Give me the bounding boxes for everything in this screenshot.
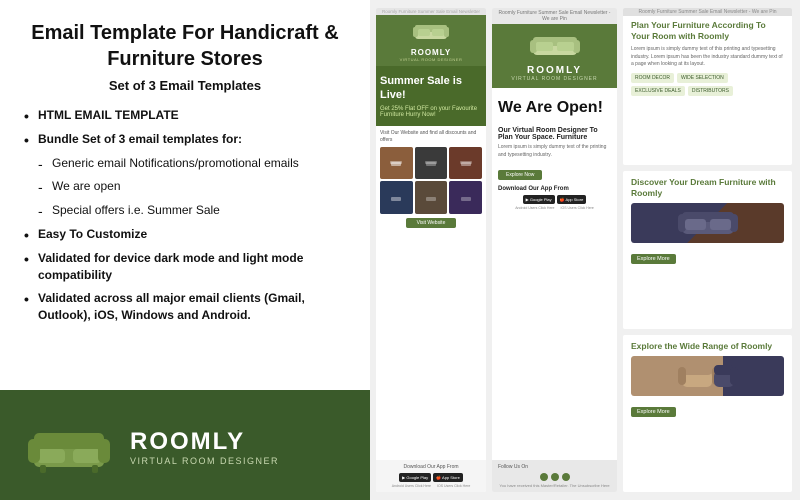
card3-explore-btn: Explore More xyxy=(631,407,676,417)
email-preview-2: Roomly Furniture Summer Sale Email Newsl… xyxy=(492,8,617,492)
card-1: Roomly Furniture Summer Sale Email Newsl… xyxy=(623,8,792,165)
social-icon-1 xyxy=(540,473,548,481)
app-store-row: ▶ Google Play 🍎 App Store xyxy=(380,473,482,482)
subtitle: Set of 3 Email Templates xyxy=(24,78,346,93)
brand-sofa-icon xyxy=(24,412,114,482)
social-icon-2 xyxy=(551,473,559,481)
email2-header: ROOMLY VIRTUAL ROOM DESIGNER xyxy=(492,24,617,88)
brand-name: ROOMLY xyxy=(130,428,279,456)
brand-text-block: ROOMLY VIRTUAL ROOM DESIGNER xyxy=(130,428,279,466)
tag-distributors: DISTRIBUTORS xyxy=(688,86,733,96)
product-grid xyxy=(380,147,482,214)
product-thumb-3 xyxy=(449,147,482,180)
email1-hero: Summer Sale is Live! Get 25% Flat OFF on… xyxy=(376,66,486,126)
card1-title: Plan Your Furniture According To Your Ro… xyxy=(631,20,784,42)
left-panel: Email Template For Handicraft & Furnitur… xyxy=(0,0,370,500)
card2-explore-btn: Explore More xyxy=(631,254,676,264)
feature-special: Special offers i.e. Summer Sale xyxy=(24,202,346,219)
email2-explore-btn: Explore Now xyxy=(498,170,542,180)
email2-body-title: Our Virtual Room Designer To Plan Your S… xyxy=(498,127,611,141)
email2-android-label: Android Users Click Here xyxy=(515,206,554,210)
feature-html: HTML EMAIL TEMPLATE xyxy=(24,107,346,124)
ios-label: IOS Users Click Here xyxy=(437,484,470,488)
email2-top-bar: Roomly Furniture Summer Sale Email Newsl… xyxy=(492,8,617,24)
feature-bundle: Bundle Set of 3 email templates for: xyxy=(24,131,346,148)
email1-logo-sub: VIRTUAL ROOM DESIGNER xyxy=(380,57,482,62)
email1-body-text: Visit Our Website and find all discounts… xyxy=(380,130,482,144)
email1-logo: ROOMLY xyxy=(380,48,482,57)
feature-darkmode: Validated for device dark mode and light… xyxy=(24,250,346,284)
card-2: Discover Your Dream Furniture with Rooml… xyxy=(623,171,792,328)
card1-top-bar: Roomly Furniture Summer Sale Email Newsl… xyxy=(623,8,792,16)
email2-app-badges: ▶ Google Play 🍎 App Store xyxy=(498,195,611,204)
card2-sofa-image xyxy=(631,203,784,243)
product-thumb-1 xyxy=(380,147,413,180)
product-thumb-2 xyxy=(415,147,448,180)
card1-accent: Roomly xyxy=(698,31,729,41)
email2-body: Our Virtual Room Designer To Plan Your S… xyxy=(492,123,617,460)
card2-accent: Roomly xyxy=(631,188,662,198)
email2-logo-sub: VIRTUAL ROOM DESIGNER xyxy=(496,76,613,82)
right-cards-column: Roomly Furniture Summer Sale Email Newsl… xyxy=(623,8,792,492)
feature-open: We are open xyxy=(24,178,346,195)
app-store-badge: 🍎 App Store xyxy=(433,473,463,482)
email1-header: ROOMLY VIRTUAL ROOM DESIGNER xyxy=(376,15,486,66)
email2-google-badge: ▶ Google Play xyxy=(523,195,555,204)
feature-clients: Validated across all major email clients… xyxy=(24,290,346,324)
feature-customize: Easy To Customize xyxy=(24,226,346,243)
email2-app-title: Download Our App From xyxy=(498,186,611,192)
tag-room-decor: ROOM DECOR xyxy=(631,73,674,83)
email1-sofa-icon xyxy=(413,21,449,43)
email1-hero-sub: Get 25% Flat OFF on your Favourite Furni… xyxy=(380,106,482,118)
features-list: HTML EMAIL TEMPLATE Bundle Set of 3 emai… xyxy=(24,107,346,390)
tag-wide-selection: WIDE SELECTION xyxy=(677,73,728,83)
card3-accent: Roomly xyxy=(741,341,772,351)
card1-tags: ROOM DECOR WIDE SELECTION EXCLUSIVE DEAL… xyxy=(631,73,784,96)
product-thumb-6 xyxy=(449,181,482,214)
card3-title: Explore the Wide Range of Roomly xyxy=(631,341,784,352)
card3-sofa-svg xyxy=(678,359,738,393)
page-title: Email Template For Handicraft & Furnitur… xyxy=(24,20,346,72)
email1-body: Visit Our Website and find all discounts… xyxy=(376,126,486,460)
product-thumb-5 xyxy=(415,181,448,214)
email2-follow-title: Follow Us On xyxy=(498,464,611,470)
email2-footer: Follow Us On You have received this Mast… xyxy=(492,460,617,492)
tag-exclusive-deals: EXCLUSIVE DEALS xyxy=(631,86,685,96)
android-label: Android Users Click Here xyxy=(392,484,431,488)
social-icons xyxy=(498,473,611,481)
email2-ios-label: IOS Users Click Here xyxy=(561,206,594,210)
feature-generic: Generic email Notifications/promotional … xyxy=(24,155,346,172)
email2-sofa-icon xyxy=(530,32,580,60)
email2-body-text: Lorem ipsum is simply dummy text of the … xyxy=(498,144,611,159)
email1-top-bar: Roomly Furniture Summer Sale Email Newsl… xyxy=(376,8,486,15)
email2-logo: ROOMLY xyxy=(496,65,613,76)
google-play-badge: ▶ Google Play xyxy=(399,473,431,482)
brand-bar: ROOMLY VIRTUAL ROOM DESIGNER xyxy=(0,390,370,500)
email1-footer: Download Our App From ▶ Google Play 🍎 Ap… xyxy=(376,460,486,492)
social-icon-3 xyxy=(562,473,570,481)
email1-hero-text: Summer Sale is Live! xyxy=(380,74,482,103)
right-panel: Roomly Furniture Summer Sale Email Newsl… xyxy=(370,0,800,500)
card2-title: Discover Your Dream Furniture with Rooml… xyxy=(631,177,784,199)
brand-tagline: VIRTUAL ROOM DESIGNER xyxy=(130,456,279,466)
card-3: Explore the Wide Range of Roomly Explore… xyxy=(623,335,792,492)
email2-hero-text: We Are Open! xyxy=(492,88,617,123)
product-thumb-4 xyxy=(380,181,413,214)
email2-apple-badge: 🍎 App Store xyxy=(557,195,587,204)
card2-sofa-svg xyxy=(678,206,738,240)
email-preview-1: Roomly Furniture Summer Sale Email Newsl… xyxy=(376,8,486,492)
email2-footer-link: You have received this Master/Retailer. … xyxy=(498,483,611,488)
email1-cta-btn: Visit Website xyxy=(406,218,456,228)
card1-body-text: Lorem ipsum is simply dummy text of this… xyxy=(631,46,784,69)
email1-footer-title: Download Our App From xyxy=(380,464,482,470)
card3-sofa-image xyxy=(631,356,784,396)
